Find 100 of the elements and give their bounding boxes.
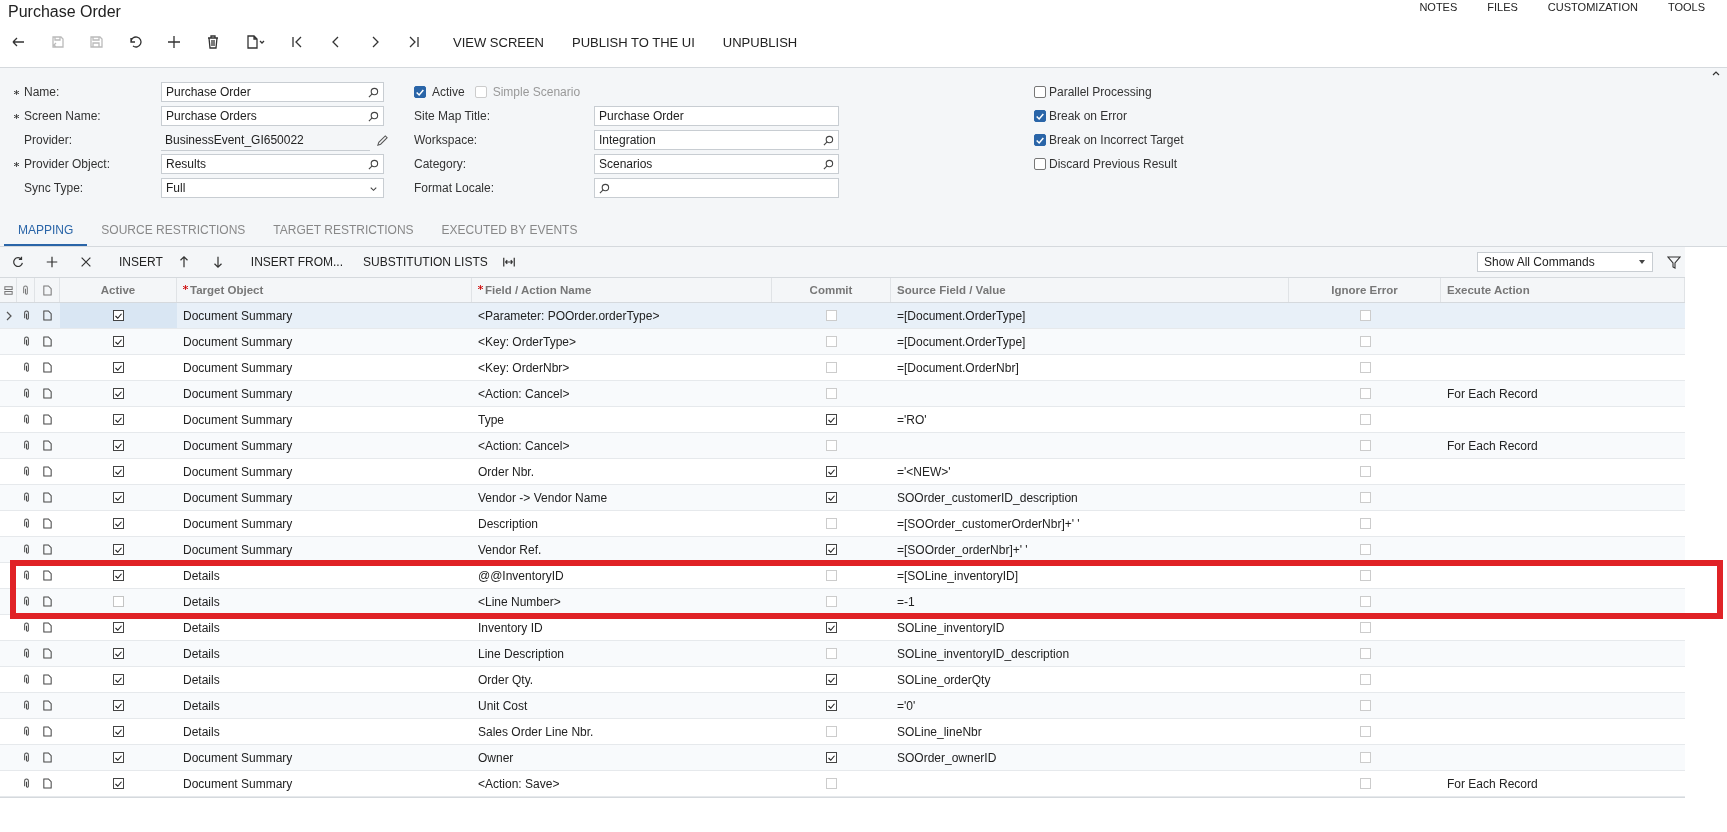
checkbox[interactable] xyxy=(1034,110,1046,122)
toolbar-button[interactable]: INSERT xyxy=(113,252,169,272)
note-icon[interactable] xyxy=(42,440,53,451)
note-icon[interactable] xyxy=(42,752,53,763)
checkbox[interactable] xyxy=(113,622,124,633)
checkbox[interactable] xyxy=(1034,134,1046,146)
fit-columns-icon[interactable] xyxy=(501,255,516,269)
checkbox[interactable] xyxy=(113,492,124,503)
undo-icon[interactable] xyxy=(127,34,143,50)
table-row[interactable]: Document Summary Owner SOOrder_ownerID xyxy=(0,745,1685,771)
checkbox[interactable] xyxy=(113,778,124,789)
checkbox[interactable] xyxy=(826,700,837,711)
toolbar-button[interactable]: PUBLISH TO THE UI xyxy=(564,30,703,54)
note-icon[interactable] xyxy=(42,648,53,659)
refresh-icon[interactable] xyxy=(11,255,25,269)
note-icon[interactable] xyxy=(42,622,53,633)
checkbox[interactable] xyxy=(826,544,837,555)
table-row[interactable]: Details <Line Number> =-1 xyxy=(0,589,1685,615)
column-header[interactable]: Execute Action xyxy=(1447,284,1530,296)
toolbar-button[interactable]: INSERT FROM... xyxy=(244,252,350,272)
table-row[interactable]: Document Summary <Action: Cancel> For Each Record xyxy=(0,433,1685,459)
checkbox[interactable] xyxy=(113,388,124,399)
checkbox[interactable] xyxy=(1034,86,1046,98)
input-field[interactable]: Full xyxy=(161,178,384,198)
input-field[interactable]: Purchase Order xyxy=(594,106,839,126)
input-field[interactable]: Purchase Orders xyxy=(161,106,384,126)
note-icon[interactable] xyxy=(42,466,53,477)
delete-icon[interactable] xyxy=(205,34,221,50)
note-icon[interactable] xyxy=(42,492,53,503)
top-menu-link[interactable]: CUSTOMIZATION xyxy=(1547,1,1638,13)
search-icon[interactable] xyxy=(823,134,834,146)
table-row[interactable]: Document Summary Vendor -> Vendor Name SOOrder_customerID_description xyxy=(0,485,1685,511)
note-icon[interactable] xyxy=(42,362,53,373)
top-menu-link[interactable]: FILES xyxy=(1487,1,1518,13)
checkbox[interactable] xyxy=(113,544,124,555)
note-icon[interactable] xyxy=(42,518,53,529)
add-icon[interactable] xyxy=(45,255,59,269)
note-icon[interactable] xyxy=(42,570,53,581)
table-row[interactable]: Document Summary <Action: Cancel> For Each Record xyxy=(0,381,1685,407)
checkbox[interactable] xyxy=(113,752,124,763)
add-icon[interactable] xyxy=(166,34,182,50)
note-icon[interactable] xyxy=(42,388,53,399)
column-header[interactable]: Active xyxy=(100,284,136,296)
note-icon[interactable] xyxy=(42,726,53,737)
column-header[interactable]: Target Object xyxy=(190,284,264,296)
checkbox[interactable] xyxy=(826,414,837,425)
checkbox[interactable] xyxy=(414,86,426,98)
checkbox[interactable] xyxy=(113,674,124,685)
checkbox[interactable] xyxy=(113,336,124,347)
table-row[interactable]: Details Line Description SOLine_inventoryID_description xyxy=(0,641,1685,667)
caret-icon[interactable] xyxy=(1638,258,1646,266)
note-icon[interactable] xyxy=(42,336,53,347)
search-icon[interactable] xyxy=(368,110,379,122)
checkbox[interactable] xyxy=(113,414,124,425)
note-icon[interactable] xyxy=(42,700,53,711)
search-icon[interactable] xyxy=(599,182,610,194)
checkbox[interactable] xyxy=(826,674,837,685)
checkbox[interactable] xyxy=(113,570,124,581)
note-icon[interactable] xyxy=(42,596,53,607)
checkbox[interactable] xyxy=(1034,158,1046,170)
note-icon[interactable] xyxy=(42,544,53,555)
table-row[interactable]: Document Summary Vendor Ref. =[SOOrder_orderNbr]+' ' xyxy=(0,537,1685,563)
input-field[interactable]: Scenarios xyxy=(594,154,839,174)
search-icon[interactable] xyxy=(368,86,379,98)
checkbox[interactable] xyxy=(113,362,124,373)
column-header[interactable]: Commit xyxy=(809,284,853,296)
column-header[interactable]: Field / Action Name xyxy=(485,284,592,296)
toolbar-button[interactable]: VIEW SCREEN xyxy=(445,30,552,54)
note-icon[interactable] xyxy=(42,310,53,321)
checkbox[interactable] xyxy=(113,466,124,477)
checkbox[interactable] xyxy=(826,622,837,633)
note-icon[interactable] xyxy=(42,674,53,685)
command-filter-dropdown[interactable]: Show All Commands xyxy=(1477,252,1653,272)
input-field[interactable]: Purchase Order xyxy=(161,82,384,102)
input-field[interactable] xyxy=(594,178,839,198)
table-row[interactable]: Document Summary <Parameter: POOrder.orderType> =[Document.OrderType] xyxy=(0,303,1685,329)
copy-paste-icon[interactable] xyxy=(244,34,266,50)
toolbar-button[interactable]: UNPUBLISH xyxy=(714,30,806,54)
search-icon[interactable] xyxy=(368,158,379,170)
toolbar-button[interactable]: SUBSTITUTION LISTS xyxy=(357,252,494,272)
top-menu-link[interactable]: NOTES xyxy=(1419,1,1458,13)
top-menu-link[interactable]: TOOLS xyxy=(1667,1,1705,13)
checkbox[interactable] xyxy=(113,440,124,451)
row-menu-icon[interactable] xyxy=(2,284,14,296)
input-field[interactable]: Integration xyxy=(594,130,839,150)
checkbox[interactable] xyxy=(826,492,837,503)
edit-icon[interactable] xyxy=(376,133,389,147)
note-icon[interactable] xyxy=(42,778,53,789)
checkbox[interactable] xyxy=(113,310,124,321)
input-field[interactable]: Results xyxy=(161,154,384,174)
column-header[interactable]: Ignore Error xyxy=(1331,284,1398,296)
delete-icon[interactable] xyxy=(79,255,93,269)
table-row[interactable]: Details Unit Cost ='0' xyxy=(0,693,1685,719)
checkbox[interactable] xyxy=(113,518,124,529)
search-icon[interactable] xyxy=(823,158,834,170)
checkbox[interactable] xyxy=(113,648,124,659)
column-header[interactable]: Source Field / Value xyxy=(897,284,1006,296)
note-icon[interactable] xyxy=(42,414,53,425)
checkbox[interactable] xyxy=(826,466,837,477)
table-row[interactable]: Document Summary <Key: OrderType> =[Document.OrderType] xyxy=(0,329,1685,355)
